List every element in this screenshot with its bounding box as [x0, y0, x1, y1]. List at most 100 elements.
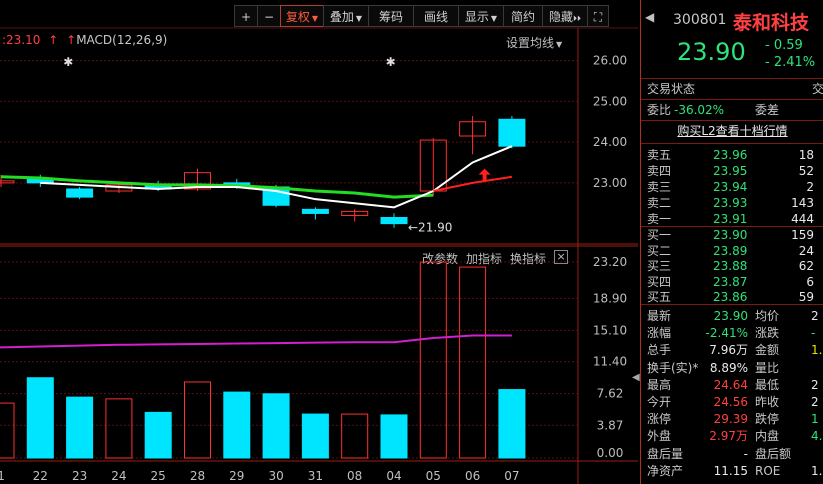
stat-row: 净资产 11.15 ROE 1.: [641, 462, 823, 480]
stat-label: 最新: [647, 309, 672, 323]
stat-row: 涨停 29.39 跌停 1: [641, 410, 823, 428]
stat-value-right: 2: [811, 395, 819, 409]
stat-value-right: 1.9: [811, 343, 823, 358]
date-tick-label: 31: [308, 469, 323, 483]
volume-bar: [498, 389, 526, 459]
stat-value-right: 4.9: [811, 429, 823, 444]
candle-body: [498, 118, 526, 147]
volume-tick-label: 0.00: [597, 446, 624, 460]
candle-body: [380, 217, 408, 225]
weibi-row: 委比 -36.02% 委差: [641, 101, 823, 119]
volume-bar: [66, 396, 94, 459]
price-change: - 0.59: [765, 38, 803, 53]
price-tick-label: 24.00: [593, 135, 627, 149]
stat-label-right: 量比: [755, 360, 780, 375]
volume-bar: [380, 414, 408, 459]
stat-row: 换手(实)* 8.89% 量比: [641, 359, 823, 377]
date-tick-label: 30: [268, 469, 283, 483]
date-tick-label: 06: [465, 469, 480, 483]
stat-label-right: 均价: [755, 309, 780, 323]
stat-label: 盘后量: [647, 446, 684, 461]
weibi-label: 委比: [647, 103, 672, 117]
collapse-panel-icon[interactable]: ◀: [632, 372, 640, 392]
volume-bar: [0, 402, 15, 459]
stock-name: 泰和科技: [733, 12, 810, 34]
date-tick-label: 28: [190, 469, 205, 483]
stat-value: 24.56: [713, 395, 748, 409]
stat-value: 11.15: [713, 463, 748, 478]
stat-value: 7.96万: [709, 343, 748, 358]
volume-bar: [144, 411, 172, 459]
stat-row: 最新 23.90 均价 2: [641, 307, 823, 325]
stat-value: -: [743, 446, 748, 461]
date-tick-label: 05: [426, 469, 441, 483]
stat-label: 总手: [647, 343, 672, 358]
stat-value: 23.90: [713, 309, 748, 323]
weibi-value: -36.02%: [674, 103, 725, 117]
stat-label-right: 昨收: [755, 395, 780, 409]
stat-value: 24.64: [713, 377, 748, 392]
trade-status-value: 交: [811, 82, 823, 96]
buy-price[interactable]: 23.86: [713, 288, 747, 306]
stat-row: 总手 7.96万金额 1.9: [641, 341, 823, 359]
volume-tick-label: 3.87: [597, 418, 624, 432]
volume-tick-label: 23.20: [593, 255, 627, 269]
buy-level-label: 买五: [647, 290, 672, 304]
stat-label: 净资产: [647, 463, 684, 478]
date-tick-label: 24: [111, 469, 126, 483]
price-tick-label: 26.00: [593, 54, 627, 68]
buy-row: 买五 23.86 59: [641, 288, 823, 306]
stat-label-right: 内盘: [755, 429, 780, 444]
candle-body: [301, 208, 329, 214]
stat-value: 2.97万: [709, 429, 748, 444]
volume-ma-line: [0, 334, 512, 349]
volume-tick-label: 15.10: [593, 323, 627, 337]
stat-value-right: 1.: [811, 463, 823, 478]
stat-value-right: -: [811, 326, 816, 341]
stat-value-right: 2: [811, 309, 819, 323]
volume-bar: [419, 261, 447, 459]
menu-icon[interactable]: ◀: [645, 10, 654, 24]
up-arrow-icon: [478, 168, 491, 181]
l2-link-text: 购买L2查看十档行情: [677, 124, 788, 138]
stat-value-right: 1: [811, 412, 819, 427]
low-price-marker: ←21.90: [408, 221, 452, 235]
price-change-pct: - 2.41%: [765, 55, 816, 70]
volume-bar: [341, 413, 369, 459]
stat-label-right: 最低: [755, 377, 780, 392]
stat-label-right: 跌停: [755, 412, 780, 427]
stat-row: 盘后量 - 盘后额: [641, 445, 823, 463]
stat-row: 最高 24.64 最低 2: [641, 376, 823, 394]
buy-volume: 59: [798, 290, 814, 304]
volume-bar: [262, 393, 290, 459]
star-icon: ✱: [386, 55, 396, 69]
volume-bar: [26, 377, 54, 459]
stat-label: 今开: [647, 395, 672, 409]
candle-body: [0, 180, 15, 184]
stat-row: 涨幅 -2.41% 涨跌 -: [641, 324, 823, 342]
l2-link[interactable]: 购买L2查看十档行情: [641, 122, 823, 140]
stat-label-right: ROE: [755, 463, 781, 478]
date-tick-label: 08: [347, 469, 362, 483]
kline-chart[interactable]: 26.00 25.00 24.00 23.00 23.20 18.90 15.10 11.40…: [0, 0, 638, 484]
stat-label-right: 金额: [755, 343, 780, 358]
date-tick-label: 23: [72, 469, 87, 483]
volume-tick-label: 11.40: [593, 355, 627, 369]
star-icon: ✱: [63, 55, 73, 69]
price-tick-label: 23.00: [593, 176, 627, 190]
stat-row: 今开 24.56 昨收 2: [641, 393, 823, 411]
date-tick-label: 22: [33, 469, 48, 483]
volume-bar: [459, 266, 487, 459]
trade-status-label: 交易状态: [647, 82, 696, 96]
stat-label: 涨幅: [647, 326, 672, 341]
stat-label-right: 盘后额: [755, 446, 792, 461]
stat-value: -2.41%: [705, 326, 748, 341]
stat-label-right: 涨跌: [755, 326, 780, 341]
weicha-label: 委差: [755, 103, 780, 117]
volume-tick-label: 7.62: [597, 387, 624, 401]
stat-label: 外盘: [647, 429, 672, 444]
stat-value: 8.89%: [709, 360, 748, 375]
date-tick-label: 04: [386, 469, 401, 483]
trade-status-row: 交易状态 交: [641, 80, 823, 98]
quote-panel: ◀ 300801 泰和科技 23.90 - 0.59 - 2.41% 交易状态 …: [640, 0, 823, 484]
